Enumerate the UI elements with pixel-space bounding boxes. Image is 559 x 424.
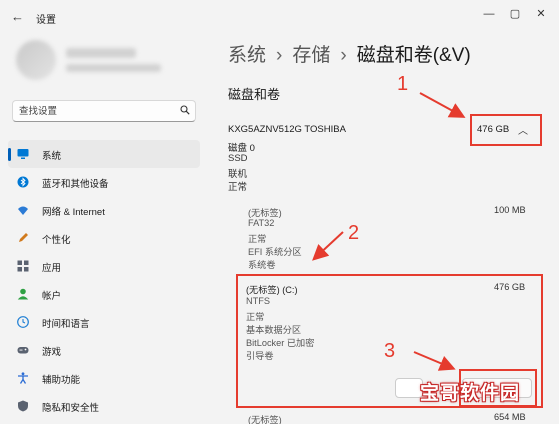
annotation-arrow-3 [413, 351, 456, 371]
watermark: 宝哥软件园 [420, 383, 521, 404]
annotation-arrow-1 [419, 92, 466, 118]
annotation-arrows [312, 92, 466, 371]
annotation-arrow-2 [312, 231, 344, 261]
